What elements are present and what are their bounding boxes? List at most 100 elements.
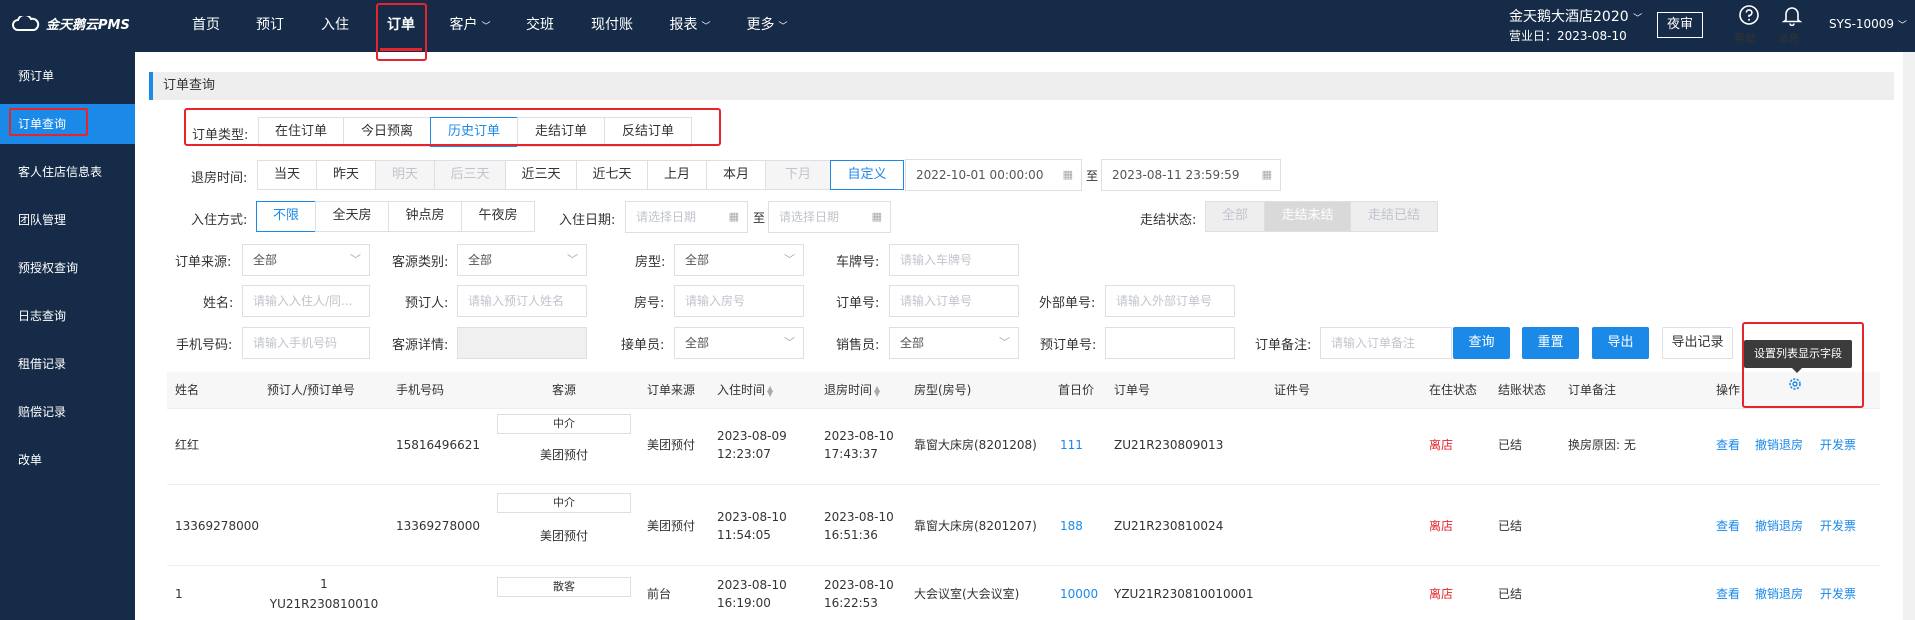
cell-settle-status: 已结 bbox=[1498, 519, 1523, 533]
order-no-input[interactable]: 请输入订单号 bbox=[889, 285, 1019, 317]
room-no-input[interactable]: 请输入房号 bbox=[674, 285, 804, 317]
checkin-mode-hourly[interactable]: 钟点房 bbox=[388, 201, 462, 232]
nav-customers[interactable]: 客户 ﹀ bbox=[449, 0, 490, 52]
sidebar-item-log-query[interactable]: 日志查询 bbox=[0, 296, 135, 336]
nav-reports[interactable]: 报表 ﹀ bbox=[669, 0, 710, 52]
cell-name: 红红 bbox=[175, 438, 200, 452]
reset-button[interactable]: 重置 bbox=[1522, 327, 1579, 359]
nav-shift[interactable]: 交班 bbox=[526, 0, 554, 52]
plate-input[interactable]: 请输入车牌号 bbox=[889, 244, 1019, 276]
column-header-first-price: 首日价 bbox=[1058, 383, 1095, 397]
receiver-select[interactable]: 全部 ﹀ bbox=[674, 327, 804, 359]
checkout-status-unsettled[interactable]: 走结未结 bbox=[1264, 201, 1351, 232]
checkout-status-label: 走结状态: bbox=[1140, 213, 1197, 228]
checkout-custom[interactable]: 自定义 bbox=[830, 160, 904, 190]
column-header-checkout-time[interactable]: 退房时间 ▲ ▼ bbox=[824, 372, 880, 408]
hotel-selector[interactable]: 金天鹅大酒店2020 ﹀ bbox=[1509, 6, 1642, 26]
checkout-next-3-days[interactable]: 后三天 bbox=[434, 160, 506, 190]
nav-cash-account[interactable]: 现付账 bbox=[591, 0, 633, 52]
night-audit-button[interactable]: 夜审 bbox=[1657, 12, 1703, 38]
vertical-scrollbar[interactable] bbox=[1903, 52, 1915, 620]
cell-checkin-date: 2023-08-10 bbox=[717, 510, 787, 524]
issue-invoice-link[interactable]: 开发票 bbox=[1820, 517, 1856, 535]
guest-source-detail-label: 客源详情: bbox=[392, 338, 449, 353]
checkout-last-month[interactable]: 上月 bbox=[647, 160, 707, 190]
checkout-date-to[interactable]: 2023-08-11 23:59:59 ▦ bbox=[1101, 159, 1281, 191]
undo-checkout-link[interactable]: 撤销退房 bbox=[1755, 585, 1803, 603]
chevron-down-icon: ﹀ bbox=[999, 336, 1010, 349]
export-button[interactable]: 导出 bbox=[1592, 327, 1649, 359]
booker-input[interactable]: 请输入预订人姓名 bbox=[457, 285, 587, 317]
cell-first-price[interactable]: 10000 bbox=[1060, 585, 1098, 603]
column-header-phone: 手机号码 bbox=[396, 383, 445, 397]
room-type-select[interactable]: 全部 ﹀ bbox=[674, 244, 804, 276]
sidebar-item-group-management[interactable]: 团队管理 bbox=[0, 200, 135, 240]
column-header-id-no: 证件号 bbox=[1274, 383, 1311, 397]
export-log-button[interactable]: 导出记录 bbox=[1662, 327, 1733, 359]
sidebar-item-modify-order[interactable]: 改单 bbox=[0, 440, 135, 480]
query-button[interactable]: 查询 bbox=[1453, 327, 1510, 359]
name-input[interactable]: 请输入入住人/同... bbox=[242, 285, 370, 317]
nav-checkin[interactable]: 入住 bbox=[321, 0, 349, 52]
checkout-next-month[interactable]: 下月 bbox=[765, 160, 831, 190]
salesperson-select[interactable]: 全部 ﹀ bbox=[889, 327, 1019, 359]
checkout-yesterday[interactable]: 昨天 bbox=[316, 160, 376, 190]
external-no-input[interactable]: 请输入外部订单号 bbox=[1105, 285, 1235, 317]
nav-more[interactable]: 更多 ﹀ bbox=[746, 0, 787, 52]
checkin-mode-full-day[interactable]: 全天房 bbox=[315, 201, 389, 232]
order-source-select[interactable]: 全部 ﹀ bbox=[242, 244, 370, 276]
cell-room: 大会议室(大会议室) bbox=[914, 587, 1020, 601]
sidebar-item-compensation-records[interactable]: 赔偿记录 bbox=[0, 392, 135, 432]
checkout-status-all[interactable]: 全部 bbox=[1205, 201, 1265, 232]
chevron-down-icon: ﹀ bbox=[1633, 14, 1643, 24]
issue-invoice-link[interactable]: 开发票 bbox=[1820, 585, 1856, 603]
cell-first-price[interactable]: 188 bbox=[1060, 517, 1083, 535]
checkin-mode-midnight[interactable]: 午夜房 bbox=[461, 201, 535, 232]
sidebar-item-preauth-query[interactable]: 预授权查询 bbox=[0, 248, 135, 288]
sidebar-item-guest-stay-info[interactable]: 客人住店信息表 bbox=[0, 152, 135, 192]
column-header-checkin-time[interactable]: 入住时间 ▲ ▼ bbox=[717, 372, 773, 408]
sort-icon: ▲ ▼ bbox=[767, 383, 774, 398]
view-link[interactable]: 查看 bbox=[1716, 585, 1740, 603]
undo-checkout-link[interactable]: 撤销退房 bbox=[1755, 436, 1803, 454]
guest-source-type-select[interactable]: 全部 ﹀ bbox=[457, 244, 587, 276]
cell-room: 靠窗大床房(8201207) bbox=[914, 519, 1037, 533]
cell-settle-status: 已结 bbox=[1498, 438, 1523, 452]
checkin-date-to[interactable]: 请选择日期 ▦ bbox=[768, 201, 891, 233]
booking-no-input[interactable] bbox=[1105, 327, 1235, 359]
checkout-last-7-days[interactable]: 近七天 bbox=[576, 160, 648, 190]
nav-booking[interactable]: 预订 bbox=[256, 0, 284, 52]
chevron-down-icon: ﹀ bbox=[778, 22, 788, 32]
phone-input[interactable]: 请输入手机号码 bbox=[242, 327, 370, 359]
calendar-icon: ▦ bbox=[871, 210, 882, 223]
messages-button[interactable]: 消息 bbox=[1777, 4, 1807, 45]
cell-checkout-date: 2023-08-10 bbox=[824, 510, 894, 524]
undo-checkout-link[interactable]: 撤销退房 bbox=[1755, 517, 1803, 535]
user-menu[interactable]: SYS-10009 ﹀ bbox=[1829, 17, 1907, 31]
sidebar-item-rental-records[interactable]: 租借记录 bbox=[0, 344, 135, 384]
sidebar-item-bookings[interactable]: 预订单 bbox=[0, 56, 135, 96]
checkout-date-from[interactable]: 2022-10-01 00:00:00 ▦ bbox=[905, 159, 1082, 191]
column-header-settle-status: 结账状态 bbox=[1498, 383, 1547, 397]
source-tag: 散客 bbox=[497, 577, 631, 597]
order-remark-input[interactable]: 请输入订单备注 bbox=[1320, 327, 1452, 359]
issue-invoice-link[interactable]: 开发票 bbox=[1820, 436, 1856, 454]
checkout-today[interactable]: 当天 bbox=[257, 160, 317, 190]
checkin-mode-any[interactable]: 不限 bbox=[256, 201, 316, 232]
help-button[interactable]: 帮助 bbox=[1734, 4, 1764, 45]
checkout-this-month[interactable]: 本月 bbox=[706, 160, 766, 190]
checkout-last-3-days[interactable]: 近三天 bbox=[505, 160, 577, 190]
cell-first-price[interactable]: 111 bbox=[1060, 436, 1083, 454]
view-link[interactable]: 查看 bbox=[1716, 436, 1740, 454]
checkout-status-settled[interactable]: 走结已结 bbox=[1350, 201, 1438, 232]
view-link[interactable]: 查看 bbox=[1716, 517, 1740, 535]
checkout-tomorrow[interactable]: 明天 bbox=[375, 160, 435, 190]
nav-home[interactable]: 首页 bbox=[192, 0, 220, 52]
phone-label: 手机号码: bbox=[176, 338, 233, 353]
cell-order-source: 美团预付 bbox=[647, 438, 696, 452]
column-header-stay-status: 在住状态 bbox=[1429, 383, 1478, 397]
checkin-date-from[interactable]: 请选择日期 ▦ bbox=[625, 201, 748, 233]
guest-source-detail-input[interactable] bbox=[457, 327, 587, 359]
app-logo[interactable]: 金天鹅云PMS bbox=[12, 14, 130, 33]
top-navigation-bar: 金天鹅云PMS 首页 预订 入住 订单 客户 ﹀ 交班 现付账 报表 ﹀ 更多 ﹀ 金… bbox=[0, 0, 1915, 52]
